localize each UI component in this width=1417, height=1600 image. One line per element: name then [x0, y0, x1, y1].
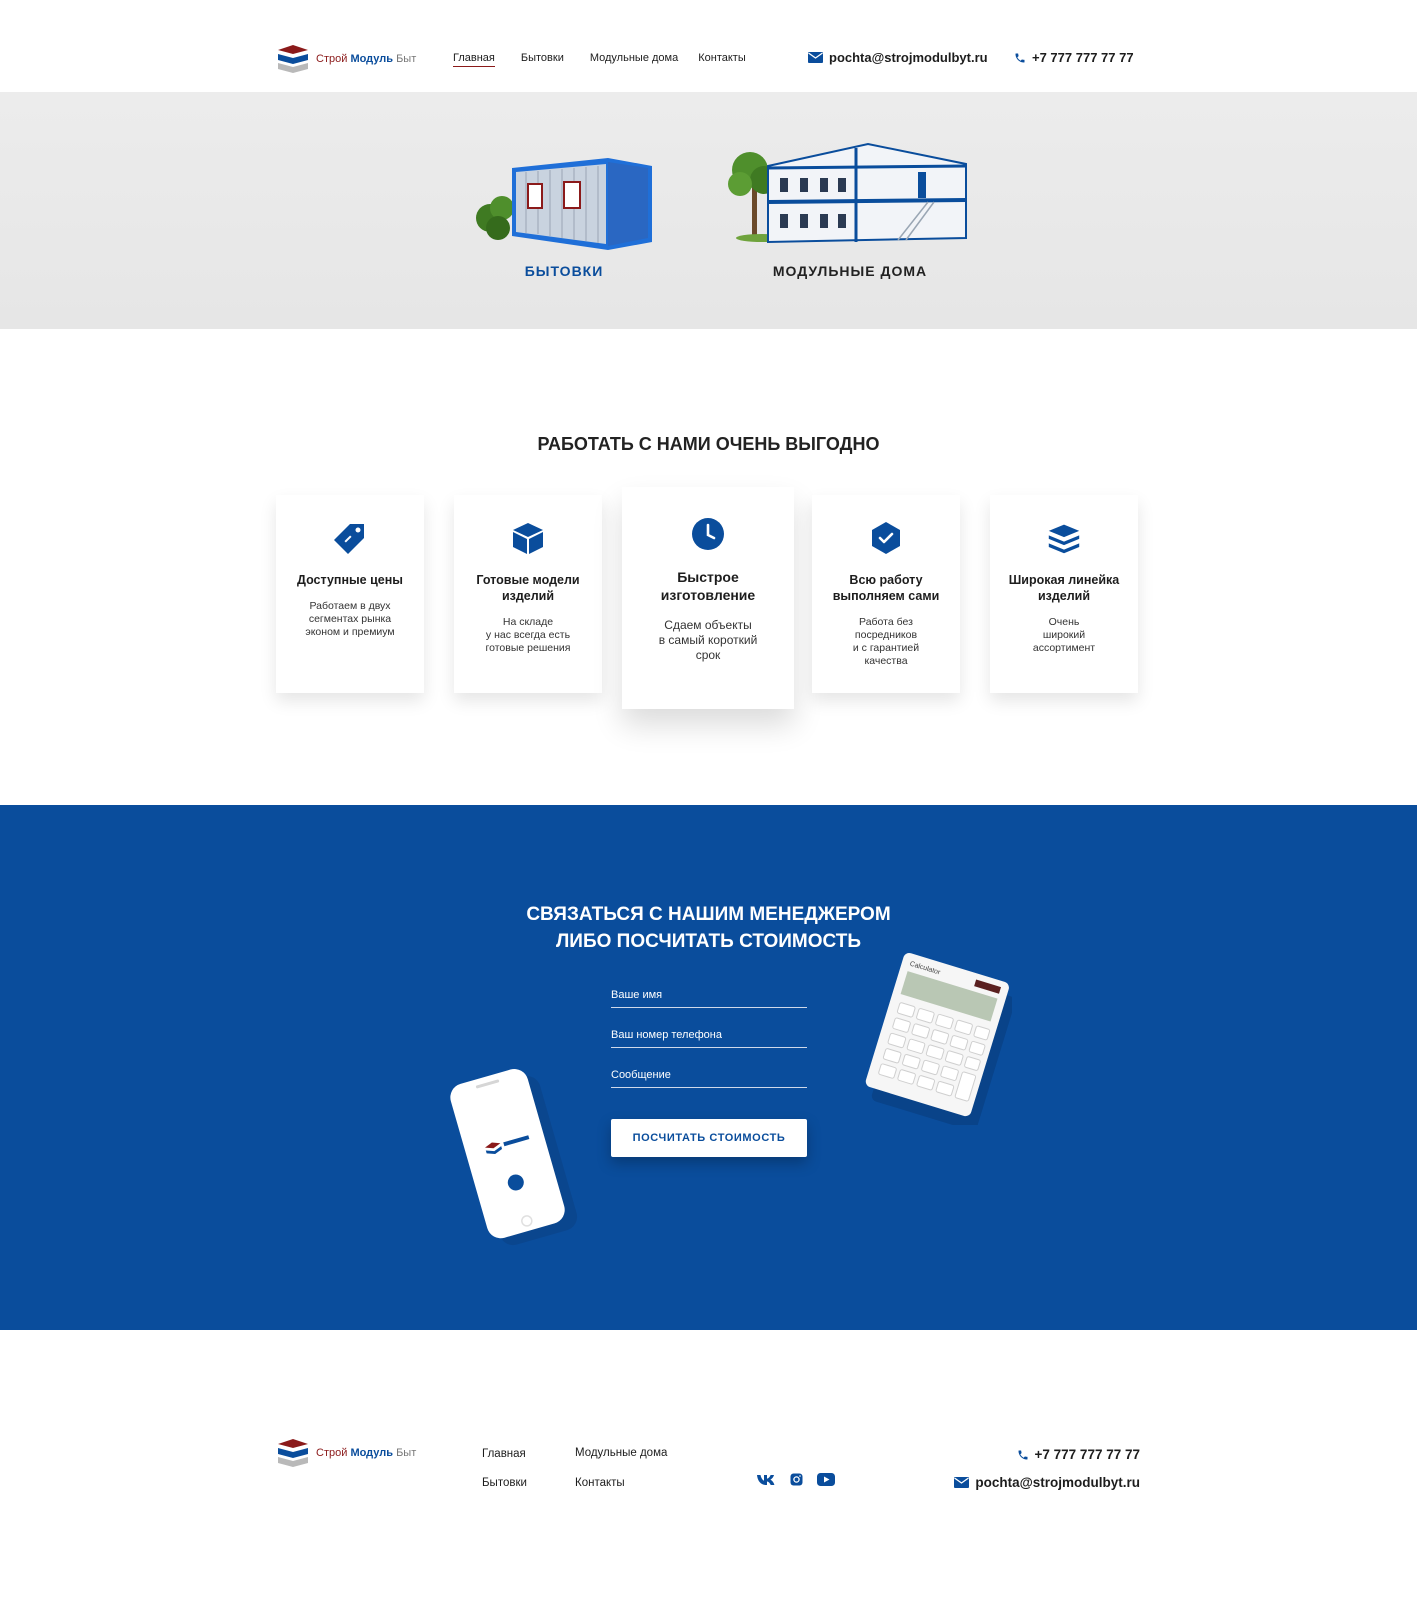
footer-nav-home[interactable]: Главная: [482, 1448, 526, 1460]
brand-part-3: Быт: [396, 1447, 417, 1459]
mail-icon: [808, 52, 823, 63]
footer-phone-text: +7 777 777 77 77: [1034, 1447, 1140, 1462]
nav-item-contacts[interactable]: Контакты: [698, 52, 746, 67]
header-email[interactable]: pochta@strojmodulbyt.ru: [808, 50, 988, 65]
mail-icon: [954, 1477, 970, 1488]
footer-phone[interactable]: +7 777 777 77 77: [1017, 1447, 1140, 1462]
benefit-card-ready-models: Готовые модели изделий На складе у нас в…: [454, 495, 602, 693]
benefits-title: РАБОТАТЬ С НАМИ ОЧЕНЬ ВЫГОДНО: [537, 434, 880, 454]
benefit-title: Всю работу выполняем сами: [832, 573, 940, 603]
benefit-title: Доступные цены: [297, 573, 403, 587]
clock-icon: [692, 518, 724, 550]
layers-icon: [1048, 524, 1080, 554]
benefit-title: Быстрое изготовление: [660, 569, 756, 603]
site-header: Строй Модуль Быт Главная Бытовки Модульн…: [0, 0, 1417, 92]
message-input[interactable]: [611, 1064, 807, 1086]
benefit-card-no-intermediaries: Всю работу выполняем сами Работа без пос…: [812, 495, 960, 693]
logo-mark-icon: [278, 45, 308, 73]
youtube-icon[interactable]: [817, 1473, 835, 1491]
benefit-text: Работаем в двух сегментах рынка эконом и…: [305, 600, 395, 638]
brand-part-1: Строй: [316, 1447, 348, 1459]
footer-nav-contacts[interactable]: Контакты: [575, 1477, 625, 1489]
phone-field[interactable]: [611, 1024, 807, 1048]
message-field[interactable]: [611, 1064, 807, 1088]
shield-check-icon: [872, 522, 900, 554]
footer-nav-modular-houses[interactable]: Модульные дома: [575, 1447, 667, 1459]
product-cabins[interactable]: БЫТОВКИ: [468, 146, 660, 279]
benefit-card-fast-production: Быстрое изготовление Сдаем объекты в сам…: [622, 487, 794, 709]
nav-item-cabins[interactable]: Бытовки: [521, 52, 564, 67]
footer-email[interactable]: pochta@strojmodulbyt.ru: [954, 1475, 1140, 1490]
product-cabins-label: БЫТОВКИ: [524, 263, 604, 279]
box-icon: [513, 523, 543, 554]
contact-title-line2: ЛИБО ПОСЧИТАТЬ СТОИМОСТЬ: [555, 931, 862, 952]
footer-logo[interactable]: Строй Модуль Быт: [276, 1436, 416, 1470]
benefit-card-wide-range: Широкая линейка изделий Очень широкий ас…: [990, 495, 1138, 693]
phone-mockup-image: [450, 1069, 578, 1246]
brand-part-2: Модуль: [350, 53, 394, 65]
main-nav: Главная Бытовки Модульные дома Контакты: [453, 52, 772, 67]
product-modular-houses[interactable]: МОДУЛЬНЫЕ ДОМА: [728, 136, 972, 279]
nav-item-home[interactable]: Главная: [453, 52, 495, 67]
phone-icon: [1018, 1450, 1028, 1459]
cabin-illustration: [476, 158, 652, 250]
logo-text: Строй Модуль Быт: [316, 53, 416, 65]
benefits-cards: Доступные цены Работаем в двух сегментах…: [276, 487, 1140, 715]
product-modular-houses-label: МОДУЛЬНЫЕ ДОМА: [772, 263, 928, 279]
header-phone[interactable]: +7 777 777 77 77: [1014, 50, 1134, 65]
modular-house-illustration: [728, 142, 967, 244]
contact-title: СВЯЗАТЬСЯ С НАШИМ МЕНЕДЖЕРОМ ЛИБО ПОСЧИТ…: [0, 901, 1417, 955]
benefit-text: На складе у нас всегда есть готовые реше…: [485, 616, 571, 654]
logo-text: Строй Модуль Быт: [316, 1447, 416, 1459]
calculate-cost-button[interactable]: ПОСЧИТАТЬ СТОИМОСТЬ: [611, 1119, 807, 1157]
benefit-card-prices: Доступные цены Работаем в двух сегментах…: [276, 495, 424, 693]
benefit-text: Работа без посредников и с гарантией кач…: [852, 616, 920, 667]
brand-part-3: Быт: [396, 53, 417, 65]
benefit-text: Очень широкий ассортимент: [1032, 616, 1096, 654]
brand-part-2: Модуль: [350, 1447, 394, 1459]
brand-part-1: Строй: [316, 53, 348, 65]
phone-icon: [1015, 53, 1025, 62]
benefit-title: Готовые модели изделий: [476, 573, 580, 603]
phone-input[interactable]: [611, 1024, 807, 1046]
name-input[interactable]: [611, 984, 807, 1006]
social-links: [756, 1473, 835, 1491]
price-tag-icon: [334, 524, 364, 554]
vk-icon[interactable]: [756, 1473, 776, 1491]
logo-mark-icon: [278, 1439, 308, 1467]
hero-banner: БЫТОВКИ МОДУЛЬНЫЕ ДОМА: [0, 92, 1417, 329]
calculator-image: Calculator: [865, 953, 1012, 1125]
instagram-icon[interactable]: [790, 1473, 803, 1491]
benefit-title: Широкая линейка изделий: [1008, 573, 1120, 603]
logo[interactable]: Строй Модуль Быт: [276, 42, 416, 76]
header-phone-text: +7 777 777 77 77: [1032, 50, 1134, 65]
footer-nav-cabins[interactable]: Бытовки: [482, 1477, 527, 1489]
footer-email-text: pochta@strojmodulbyt.ru: [975, 1475, 1140, 1490]
name-field[interactable]: [611, 984, 807, 1008]
header-email-text: pochta@strojmodulbyt.ru: [829, 50, 988, 65]
nav-item-modular-houses[interactable]: Модульные дома: [590, 52, 678, 67]
bush-icon: [476, 196, 514, 240]
benefit-text: Сдаем объекты в самый короткий срок: [658, 618, 758, 662]
contact-title-line1: СВЯЗАТЬСЯ С НАШИМ МЕНЕДЖЕРОМ: [526, 904, 891, 925]
